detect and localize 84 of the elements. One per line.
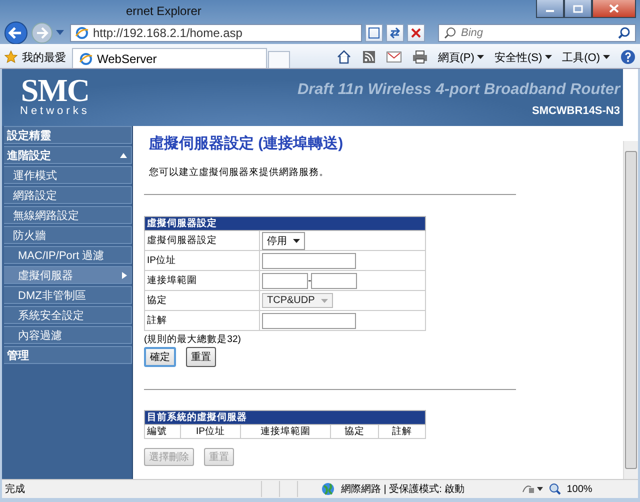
table-title: 虛擬伺服器設定	[144, 216, 426, 230]
close-button[interactable]	[592, 0, 636, 18]
printer-icon[interactable]	[412, 50, 428, 64]
sidebar-item[interactable]: 內容過濾	[4, 326, 132, 344]
select-field[interactable]: 停用	[262, 232, 305, 250]
column-header: 連接埠範圍	[240, 424, 331, 438]
security-zone: 網際網路 | 受保護模式: 啟動	[341, 482, 465, 496]
caret-icon[interactable]	[603, 55, 610, 59]
sidebar-item[interactable]: 運作模式	[4, 166, 132, 184]
input-field[interactable]	[262, 312, 356, 328]
home-icon[interactable]	[336, 50, 352, 64]
column-header: 註解	[378, 424, 426, 438]
mail-icon[interactable]	[386, 51, 402, 63]
menu-item[interactable]: 工具(O)	[562, 50, 600, 64]
zoom-icon[interactable]	[548, 483, 561, 495]
browser-tab[interactable]: WebServer	[72, 48, 267, 68]
search-icon[interactable]	[618, 27, 630, 39]
field-label: 註解	[144, 310, 260, 330]
collapse-icon	[120, 152, 127, 158]
page-icon	[368, 27, 380, 39]
star-icon	[4, 50, 18, 64]
minimize-button[interactable]	[536, 0, 564, 18]
model-name: SMCWBR14S-N3	[532, 105, 620, 117]
maximize-button[interactable]	[564, 0, 592, 18]
address-field[interactable]: http://192.168.2.1/home.asp	[70, 24, 362, 42]
form-button[interactable]: 確定	[144, 347, 176, 367]
input-field[interactable]	[311, 272, 358, 288]
page-title: 虛擬伺服器設定 (連接埠轉送)	[149, 134, 344, 153]
close-icon	[609, 4, 619, 13]
sidebar-item[interactable]: 設定精靈	[4, 126, 132, 144]
zoom-level[interactable]: 100%	[566, 484, 592, 494]
caret-icon[interactable]	[545, 55, 552, 59]
favorites-button[interactable]: 我的最愛	[4, 46, 72, 68]
sidebar-item[interactable]: DMZ非管制區	[4, 286, 132, 304]
search-field[interactable]: Bing	[438, 24, 636, 42]
column-header: 協定	[330, 424, 378, 438]
feed-icon[interactable]	[362, 50, 376, 64]
compatibility-button[interactable]	[365, 24, 383, 42]
sidebar-item[interactable]: 無線網路設定	[4, 206, 132, 224]
help-icon[interactable]	[620, 49, 636, 65]
caret-icon[interactable]	[477, 55, 484, 59]
refresh-button[interactable]	[386, 24, 404, 42]
window-title: ernet Explorer	[126, 4, 202, 18]
maximize-icon	[573, 4, 583, 12]
page-icon	[75, 26, 89, 40]
globe-icon	[321, 482, 335, 496]
caret-icon	[293, 238, 300, 242]
range-separator: -	[308, 275, 312, 286]
search-icon	[444, 27, 456, 39]
logo: SMC	[20, 75, 89, 105]
field-label: 虛擬伺服器設定	[144, 230, 260, 250]
input-field[interactable]	[262, 252, 356, 268]
form-button[interactable]: 重置	[186, 347, 216, 367]
sidebar-item[interactable]: 網路設定	[4, 186, 132, 204]
sidebar-item[interactable]: 防火牆	[4, 226, 132, 244]
status-text: 完成	[5, 482, 26, 496]
menu-item[interactable]: 網頁(P)	[438, 50, 474, 64]
sidebar-item[interactable]: 管理	[4, 346, 132, 364]
scrollbar[interactable]	[623, 141, 638, 479]
column-header: 編號	[144, 424, 180, 438]
sidebar-item[interactable]: 虛擬伺服器	[4, 266, 132, 284]
logo-subtitle: Networks	[20, 105, 90, 117]
product-title: Draft 11n Wireless 4-port Broadband Router	[297, 81, 620, 99]
table-title: 目前系統的虛擬伺服器	[144, 410, 426, 424]
column-header: IP位址	[180, 424, 241, 438]
back-button[interactable]	[4, 21, 28, 45]
refresh-icon	[389, 27, 401, 39]
sidebar-item[interactable]: 系統安全設定	[4, 306, 132, 324]
field-label: 協定	[144, 290, 260, 310]
field-label: 連接埠範圍	[144, 270, 260, 290]
sidebar-item[interactable]: 進階設定	[4, 146, 132, 164]
input-field[interactable]	[262, 272, 308, 288]
caret-icon	[320, 298, 328, 302]
close-icon	[410, 27, 422, 39]
field-label: IP位址	[144, 250, 260, 270]
intro-text: 您可以建立虛擬伺服器來提供網路服務。	[149, 166, 330, 179]
dropdown-icon[interactable]	[56, 30, 64, 36]
note-text: (規則的最大總數是32)	[144, 333, 242, 346]
menu-item[interactable]: 安全性(S)	[494, 50, 542, 64]
stop-button[interactable]	[407, 24, 425, 42]
sidebar-item[interactable]: MAC/IP/Port 過濾	[4, 246, 132, 264]
triangle-right-icon	[122, 272, 127, 278]
settings-icon[interactable]	[520, 483, 543, 495]
page-icon	[79, 52, 93, 66]
